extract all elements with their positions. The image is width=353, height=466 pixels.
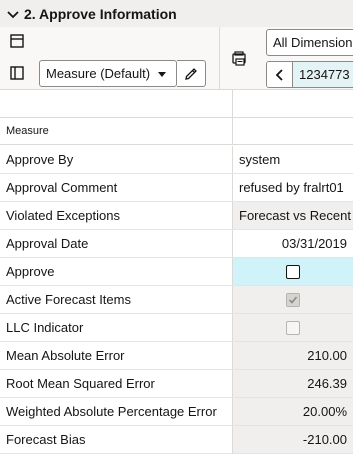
row-value-cell: 210.00	[233, 342, 353, 369]
table-row: Weighted Absolute Percentage Error 20.00%	[0, 398, 353, 426]
table-row: Approve	[0, 258, 353, 286]
row-value-cell	[233, 314, 353, 341]
grid-rows: Approve By system Approval Comment refused …	[0, 146, 353, 454]
section-title: 2. Approve Information	[24, 5, 177, 22]
row-label[interactable]: LLC Indicator	[0, 314, 233, 341]
row-value: 246.39	[307, 376, 347, 391]
toolbar-divider	[219, 27, 220, 90]
row-header-title-cell[interactable]: Measure	[0, 90, 233, 145]
row-value-cell[interactable]: system	[233, 146, 353, 173]
dimensions-select[interactable]: All Dimensions	[266, 29, 353, 56]
row-value-cell	[233, 286, 353, 313]
print-layout-icon[interactable]	[228, 48, 250, 70]
caret-down-icon	[158, 72, 166, 77]
row-label[interactable]: Mean Absolute Error	[0, 342, 233, 369]
row-label[interactable]: Violated Exceptions	[0, 202, 233, 229]
table-row: Mean Absolute Error 210.00	[0, 342, 353, 370]
table-row: Approval Date 03/31/2019	[0, 230, 353, 258]
row-label[interactable]: Active Forecast Items	[0, 286, 233, 313]
table-row: LLC Indicator	[0, 314, 353, 342]
member-label: 1234773 -	[299, 67, 353, 82]
row-value: refused by fralrt01	[239, 180, 344, 195]
chevron-left-icon	[275, 68, 283, 81]
row-label[interactable]: Approve By	[0, 146, 233, 173]
approve-checkbox[interactable]	[286, 264, 300, 279]
previous-member-button[interactable]	[267, 62, 293, 87]
row-value-cell: Forecast vs Recent	[233, 202, 353, 229]
checked-checkbox	[286, 292, 300, 307]
section-header[interactable]: 2. Approve Information	[0, 0, 353, 27]
row-value-cell[interactable]: refused by fralrt01	[233, 174, 353, 201]
panel-layout-icon[interactable]	[6, 30, 28, 52]
table-row: Root Mean Squared Error 246.39	[0, 370, 353, 398]
row-value-cell: -210.00	[233, 426, 353, 453]
row-label[interactable]: Approval Comment	[0, 174, 233, 201]
row-value: Forecast vs Recent	[239, 208, 351, 223]
row-value: 20.00%	[302, 404, 347, 419]
row-label[interactable]: Approval Date	[0, 230, 233, 257]
row-label[interactable]: Approve	[0, 258, 233, 285]
row-value-cell[interactable]	[233, 258, 353, 285]
edit-measure-button[interactable]	[177, 60, 206, 87]
row-value-cell: 20.00%	[233, 398, 353, 425]
measure-grid: Measure Approve By system Approval Comment…	[0, 90, 353, 454]
row-header-title: Measure	[6, 125, 49, 137]
row-label[interactable]: Weighted Absolute Percentage Error	[0, 398, 233, 425]
row-label[interactable]: Root Mean Squared Error	[0, 370, 233, 397]
row-value: -210.00	[302, 432, 347, 447]
measure-select-label: Measure (Default)	[46, 66, 151, 81]
row-value-cell[interactable]: 03/31/2019	[233, 230, 353, 257]
grid-column-header-top	[233, 90, 353, 118]
table-row: Forecast Bias -210.00	[0, 426, 353, 454]
table-row: Active Forecast Items	[0, 286, 353, 314]
member-navigator[interactable]: 1234773 -	[266, 61, 353, 88]
table-row: Violated Exceptions Forecast vs Recent	[0, 202, 353, 230]
checkmark-icon	[288, 295, 298, 304]
row-label[interactable]: Forecast Bias	[0, 426, 233, 453]
toolbar: Measure (Default) All Dimensions 1234773…	[0, 27, 353, 90]
chevron-down-icon[interactable]	[6, 7, 20, 21]
row-value: 03/31/2019	[281, 236, 347, 251]
sidebar-toggle-icon[interactable]	[6, 62, 28, 84]
disabled-checkbox	[286, 320, 300, 335]
table-row: Approval Comment refused by fralrt01	[0, 174, 353, 202]
row-value: 210.00	[307, 348, 347, 363]
row-value: system	[239, 152, 281, 167]
measure-select[interactable]: Measure (Default)	[39, 60, 177, 87]
table-row: Approve By system	[0, 146, 353, 174]
grid-column-header: Measure	[0, 90, 353, 145]
pencil-icon	[185, 67, 197, 80]
row-value-cell: 246.39	[233, 370, 353, 397]
dimensions-select-label: All Dimensions	[273, 35, 353, 50]
